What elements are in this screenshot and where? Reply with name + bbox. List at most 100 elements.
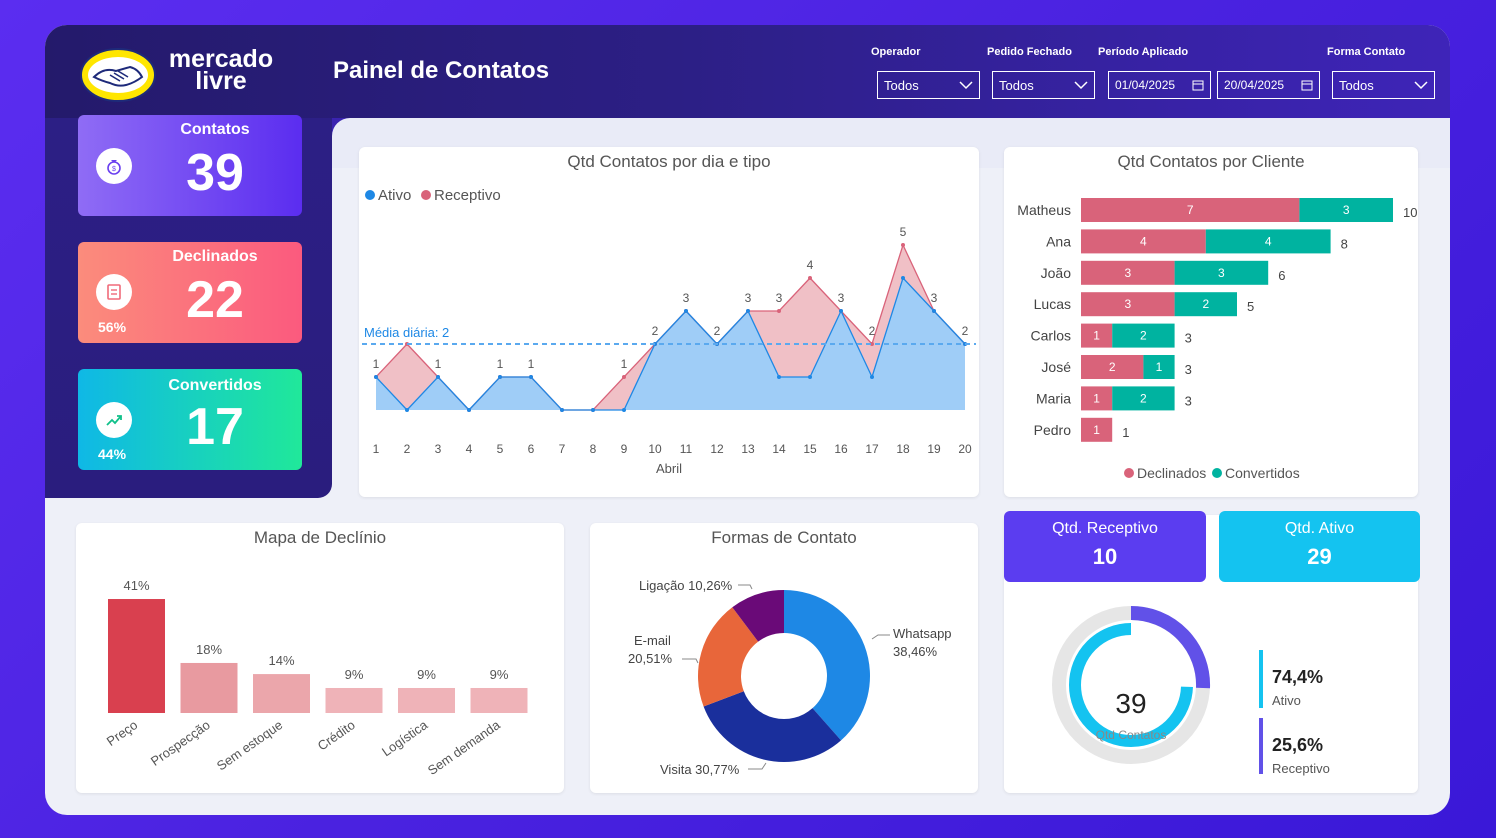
data-label: 3 bbox=[838, 291, 845, 305]
donut-receptivo-arc bbox=[1130, 605, 1211, 689]
data-label: 1 bbox=[435, 357, 442, 371]
x-tick-label: 9 bbox=[621, 442, 628, 456]
x-tick-label: 8 bbox=[590, 442, 597, 456]
line-chart-svg: Ativo Receptivo Média diária: 2 Abril 11… bbox=[362, 187, 976, 476]
ativo-point bbox=[560, 408, 564, 412]
convertidos-label: 1 bbox=[1156, 360, 1163, 374]
x-tick-label: 7 bbox=[559, 442, 566, 456]
decline-category-label: Logística bbox=[379, 717, 431, 760]
decline-chart-svg: 41% Preço 18% Prospecção 14% Sem estoque 9% Cré… bbox=[104, 578, 528, 778]
legend-declinados-label: Declinados bbox=[1137, 465, 1206, 481]
filter-forma-select[interactable]: Todos bbox=[1332, 71, 1435, 99]
calendar-icon bbox=[1301, 80, 1313, 91]
decline-category-label: Crédito bbox=[315, 717, 358, 753]
ativo-stat-label: Qtd. Ativo bbox=[1284, 520, 1355, 537]
decline-category-label: Prospecção bbox=[148, 717, 213, 769]
client-name: Pedro bbox=[1034, 422, 1072, 438]
ativo-point bbox=[405, 408, 409, 412]
receptivo-pct: 25,6% bbox=[1272, 735, 1323, 755]
chevron-down-icon bbox=[1074, 81, 1088, 90]
ativo-stat-value: 29 bbox=[1307, 544, 1332, 569]
svg-text:$: $ bbox=[112, 166, 116, 173]
ativo-indicator-bar bbox=[1259, 650, 1263, 708]
x-tick-label: 20 bbox=[958, 442, 972, 456]
declinados-label: 3 bbox=[1124, 266, 1131, 280]
media-label: Média diária: 2 bbox=[364, 325, 449, 340]
invoice-icon bbox=[96, 274, 132, 310]
ativo-point bbox=[901, 276, 905, 280]
decline-value-label: 14% bbox=[268, 653, 294, 668]
dashboard-frame: mercado livre Painel de Contatos Operado… bbox=[45, 25, 1450, 815]
total-label: 8 bbox=[1341, 236, 1348, 251]
filter-pedido-select[interactable]: Todos bbox=[992, 71, 1095, 99]
filter-pedido-label: Pedido Fechado bbox=[987, 46, 1072, 58]
receptivo-stat-label: Qtd. Receptivo bbox=[1052, 520, 1158, 537]
convertidos-label: 4 bbox=[1265, 234, 1272, 248]
decline-category-label: Preço bbox=[104, 717, 140, 749]
ativo-pct: 74,4% bbox=[1272, 667, 1323, 687]
ativo-point bbox=[529, 375, 533, 379]
data-label: 1 bbox=[497, 357, 504, 371]
calendar-icon bbox=[1192, 80, 1204, 91]
legend-convertidos-label: Convertidos bbox=[1225, 465, 1300, 481]
client-name: Carlos bbox=[1031, 328, 1071, 344]
trend-up-icon bbox=[96, 402, 132, 438]
ativo-point bbox=[808, 375, 812, 379]
ativo-point bbox=[839, 309, 843, 313]
logo-wordmark: mercado livre bbox=[165, 47, 277, 94]
data-label: 2 bbox=[869, 324, 876, 338]
convertidos-label: 2 bbox=[1140, 329, 1147, 343]
legend-ativo-dot bbox=[365, 190, 375, 200]
client-chart-svg: Declinados Convertidos Matheus 7 3 10 Ana 4 4 8… bbox=[1017, 198, 1417, 481]
data-label: 2 bbox=[714, 324, 721, 338]
decline-value-label: 18% bbox=[196, 642, 222, 657]
forms-card: Formas de Contato Ligação 10,26% E-mail … bbox=[590, 523, 978, 793]
ativo-name: Ativo bbox=[1272, 693, 1301, 708]
decline-category-label: Sem estoque bbox=[214, 717, 285, 773]
data-label: 3 bbox=[745, 291, 752, 305]
convertidos-label: 3 bbox=[1218, 266, 1225, 280]
decline-bar bbox=[253, 674, 310, 713]
data-label: 4 bbox=[807, 258, 814, 272]
date-start-input[interactable]: 01/04/2025 bbox=[1108, 71, 1211, 99]
client-chart-card: Qtd Contatos por Cliente Declinados Conv… bbox=[1004, 147, 1418, 497]
page-title: Painel de Contatos bbox=[333, 57, 550, 84]
ativo-stat-card: Qtd. Ativo 29 bbox=[1219, 511, 1420, 582]
filter-operador-label: Operador bbox=[871, 46, 921, 58]
date-end-input[interactable]: 20/04/2025 bbox=[1217, 71, 1320, 99]
kpi-contatos-label: Contatos bbox=[180, 121, 250, 138]
receptivo-point bbox=[808, 276, 812, 280]
ativo-point bbox=[436, 375, 440, 379]
decline-value-label: 9% bbox=[345, 667, 364, 682]
kpi-convertidos-pct: 44% bbox=[98, 446, 127, 462]
label-email-2: 20,51% bbox=[628, 651, 673, 666]
total-label: 1 bbox=[1122, 425, 1129, 440]
client-name: João bbox=[1041, 265, 1072, 281]
filter-pedido-value: Todos bbox=[999, 77, 1034, 93]
total-label: 3 bbox=[1185, 362, 1192, 377]
filter-operador-select[interactable]: Todos bbox=[877, 71, 980, 99]
convertidos-label: 2 bbox=[1202, 297, 1209, 311]
receptivo-name: Receptivo bbox=[1272, 761, 1330, 776]
ativo-point bbox=[870, 375, 874, 379]
total-label: 5 bbox=[1247, 299, 1254, 314]
convertidos-label: 3 bbox=[1343, 203, 1350, 217]
kpi-declinados-card: Declinados 22 56% bbox=[78, 242, 302, 343]
legend-receptivo-label: Receptivo bbox=[434, 187, 501, 204]
ativo-point bbox=[498, 375, 502, 379]
ativo-point bbox=[591, 408, 595, 412]
kpi-contatos-card: Contatos 39 $ bbox=[78, 115, 302, 216]
ativo-point bbox=[777, 375, 781, 379]
donut-total: 39 bbox=[1115, 688, 1146, 719]
filter-forma-label: Forma Contato bbox=[1327, 46, 1406, 58]
label-ligacao: Ligação 10,26% bbox=[639, 578, 733, 593]
convertidos-label: 2 bbox=[1140, 391, 1147, 405]
data-label: 3 bbox=[931, 291, 938, 305]
kpi-declinados-pct: 56% bbox=[98, 319, 127, 335]
date-start-value: 01/04/2025 bbox=[1115, 78, 1176, 92]
x-axis-label: Abril bbox=[656, 461, 682, 476]
label-visita: Visita 30,77% bbox=[660, 762, 740, 777]
filter-operador-value: Todos bbox=[884, 77, 919, 93]
x-tick-label: 2 bbox=[404, 442, 411, 456]
chevron-down-icon bbox=[959, 81, 973, 90]
